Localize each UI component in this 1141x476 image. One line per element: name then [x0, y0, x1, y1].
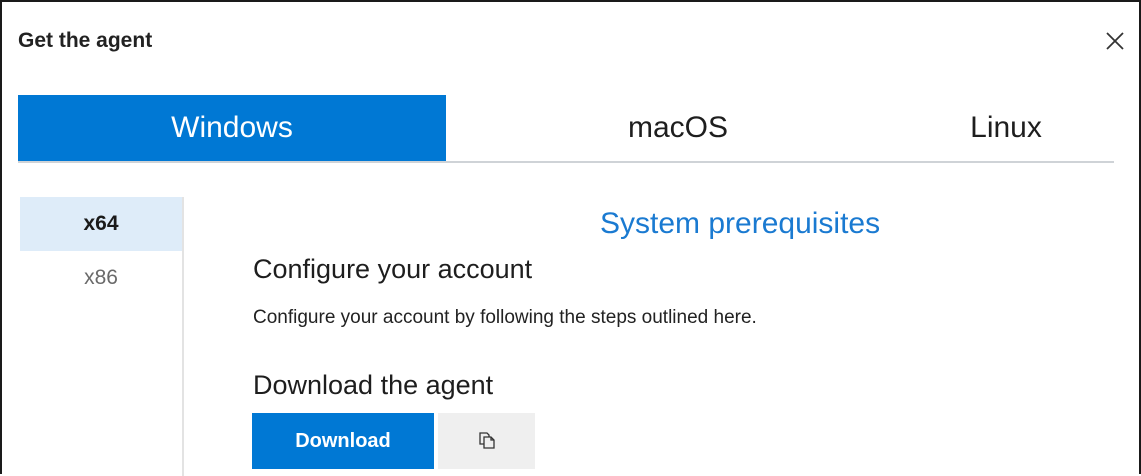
- download-agent-heading: Download the agent: [253, 370, 494, 400]
- copy-icon: [477, 430, 497, 453]
- arch-item-x86[interactable]: x86: [20, 251, 182, 305]
- os-tab-bar: Windows macOS Linux: [18, 95, 1114, 163]
- get-agent-dialog: Get the agent Windows macOS Linux x64 x8…: [0, 0, 1141, 476]
- configure-account-heading: Configure your account: [253, 254, 533, 284]
- tab-macos[interactable]: macOS: [546, 95, 810, 161]
- tab-linux[interactable]: Linux: [898, 95, 1114, 161]
- configure-account-description: Configure your account by following the …: [253, 307, 757, 328]
- dialog-title: Get the agent: [18, 29, 153, 52]
- download-button[interactable]: Download: [252, 413, 434, 469]
- copy-button[interactable]: [438, 413, 535, 469]
- arch-item-x64[interactable]: x64: [20, 197, 182, 251]
- tab-windows[interactable]: Windows: [18, 95, 446, 161]
- system-prerequisites-link[interactable]: System prerequisites: [600, 207, 880, 241]
- close-icon[interactable]: [1102, 28, 1128, 54]
- architecture-list: x64 x86: [20, 197, 184, 476]
